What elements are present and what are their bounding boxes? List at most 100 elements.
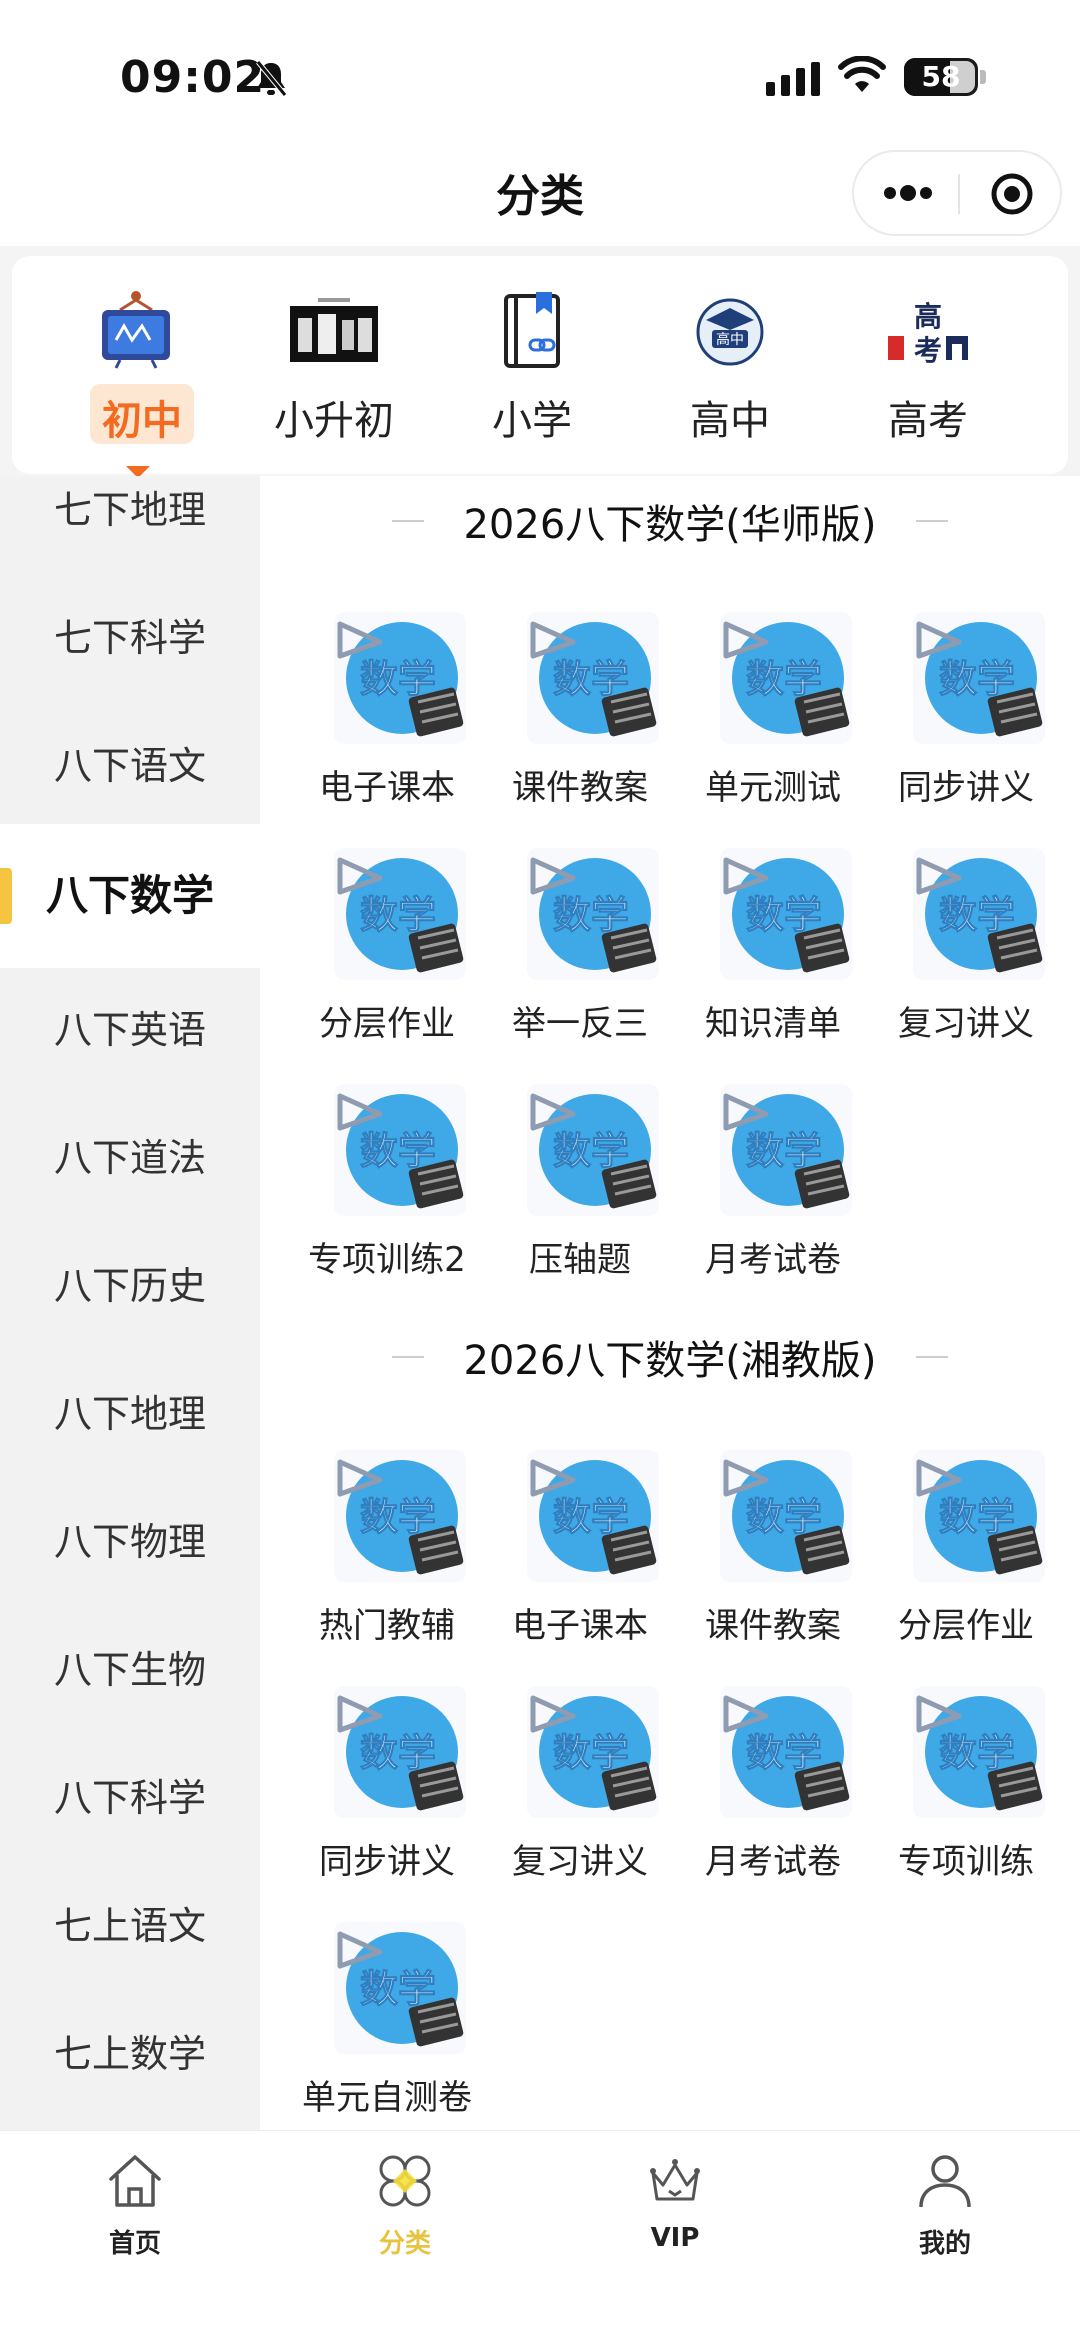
tab-senior-high[interactable]: 高中 高中 [640,280,820,470]
bottom-tab-vip[interactable]: VIP [540,2151,810,2281]
tab-gaokao[interactable]: 高 考 高考 [838,280,1018,470]
resource-label: 月考试卷 [705,1240,841,1280]
math-subject-icon: 数学 [913,1686,1045,1818]
tab-label: 小学 [492,398,572,444]
sidebar-item-active[interactable]: 八下数学 [0,824,260,968]
sidebar-item[interactable]: 八下历史 [0,1222,260,1350]
resource-label: 课件教案 [705,1606,841,1646]
resource-item[interactable]: 数学分层作业 [290,848,484,1068]
resource-label: 分层作业 [319,1004,455,1044]
math-icon-text: 数学 [746,893,822,937]
resource-item[interactable]: 数学单元自测卷 [290,1922,484,2130]
math-icon-text: 数学 [746,1129,822,1173]
sidebar-item[interactable]: 八下英语 [0,966,260,1094]
bottom-tab-label: 分类 [378,2229,431,2259]
math-icon-text: 数学 [360,1967,436,2011]
resource-item[interactable]: 数学分层作业 [869,1450,1063,1670]
math-icon-text: 数学 [553,1731,629,1775]
resource-item[interactable]: 数学月考试卷 [676,1084,870,1304]
gaokao-icon: 高 考 [888,300,968,367]
sidebar-item[interactable]: 七上数学 [0,1990,260,2118]
resource-item[interactable]: 数学电子课本 [290,612,484,832]
sidebar-item[interactable]: 八下物理 [0,1478,260,1606]
svg-text:高中: 高中 [716,331,744,348]
math-subject-icon: 数学 [913,612,1045,744]
resource-label: 复习讲义 [512,1842,648,1882]
resource-label: 课件教案 [512,768,648,808]
math-subject-icon: 数学 [720,1686,852,1818]
math-subject-icon: 数学 [334,848,466,980]
resource-item[interactable]: 数学知识清单 [676,848,870,1068]
tab-label: 小升初 [274,398,394,444]
math-icon-text: 数学 [360,1495,436,1539]
resource-item[interactable]: 数学 电子课本 [483,1450,677,1670]
sidebar-item[interactable]: 八下生物 [0,1606,260,1734]
resource-item[interactable]: 数学 单元测试 [676,612,870,832]
battery-level: 58 [921,60,961,93]
math-subject-icon: 数学 [334,1922,466,2054]
resource-item[interactable]: 数学举一反三 [483,848,677,1068]
sidebar-item[interactable]: 七上语文 [0,1862,260,1990]
bell-muted-icon [256,60,287,97]
wifi-icon [838,56,886,92]
close-target-icon[interactable] [990,172,1034,216]
tab-junior-high[interactable]: 初中 [46,280,226,478]
battery-indicator: 58 [904,58,978,96]
resource-item[interactable]: 数学 复习讲义 [869,848,1063,1068]
subject-sidebar: 七下地理 七下科学 八下语文 八下数学 八下英语 八下道法 八下历史 八下地理 … [0,476,260,2130]
resource-item[interactable]: 数学 专项训练 [869,1686,1063,1906]
resource-label: 单元自测卷 [302,2078,472,2118]
sidebar-item[interactable]: 八下语文 [0,702,260,830]
resource-item[interactable]: 数学 热门教辅 [290,1450,484,1670]
resource-item[interactable]: 数学课件教案 [483,612,677,832]
sidebar-item[interactable]: 七下科学 [0,574,260,702]
sidebar-item[interactable]: 八下道法 [0,1094,260,1222]
sidebar-item[interactable]: 七下地理 [0,476,260,574]
crown-icon [650,2159,700,2201]
tab-primary-to-junior[interactable]: 小升初 [244,280,424,470]
math-subject-icon: 数学 [527,848,659,980]
resource-item[interactable]: 数学压轴题 [483,1084,677,1304]
high-school-badge-icon: 高中 [696,298,764,366]
resource-item[interactable]: 数学 月考试卷 [676,1686,870,1906]
math-subject-icon: 数学 [527,1084,659,1216]
blackboard-icon [102,291,170,369]
math-icon-text: 数学 [746,657,822,701]
resource-label: 知识清单 [705,1004,841,1044]
resource-label: 分层作业 [898,1606,1034,1646]
bottom-tab-category[interactable]: 分类 [270,2151,540,2281]
math-subject-icon: 数学 [527,612,659,744]
math-subject-icon: 数学 [527,1450,659,1582]
resource-item[interactable]: 数学 同步讲义 [290,1686,484,1906]
sidebar-item-label: 八下数学 [45,871,214,920]
bottom-tab-mine[interactable]: 我的 [810,2151,1080,2281]
status-time: 09:02 [120,52,266,103]
resource-label: 电子课本 [319,768,455,808]
math-subject-icon: 数学 [334,612,466,744]
math-icon-text: 数学 [360,1129,436,1173]
resource-item[interactable]: 数学 同步讲义 [869,612,1063,832]
bottom-tab-home[interactable]: 首页 [0,2151,270,2281]
resource-label: 举一反三 [512,1004,648,1044]
math-subject-icon: 数学 [720,848,852,980]
tab-primary[interactable]: 小学 [442,280,622,470]
math-icon-text: 数学 [746,1731,822,1775]
math-icon-text: 数学 [360,657,436,701]
svg-text:高: 高 [914,300,942,333]
math-icon-text: 数学 [553,1129,629,1173]
sidebar-item[interactable]: 八下地理 [0,1350,260,1478]
status-bar: 09:02 58 [0,0,1080,150]
math-subject-icon: 数学 [334,1450,466,1582]
battery-tip [980,70,986,84]
cellular-signal-icon [766,62,820,96]
resource-item[interactable]: 数学 课件教案 [676,1450,870,1670]
math-icon-text: 数学 [939,1495,1015,1539]
more-icon[interactable] [882,180,934,206]
resource-item[interactable]: 数学 专项训练2 [290,1084,484,1304]
category-icon [379,2155,431,2207]
tab-label: 高考 [888,398,968,444]
resource-label: 压轴题 [529,1240,631,1280]
resource-label: 复习讲义 [898,1004,1034,1044]
sidebar-item[interactable]: 八下科学 [0,1734,260,1862]
resource-item[interactable]: 数学复习讲义 [483,1686,677,1906]
